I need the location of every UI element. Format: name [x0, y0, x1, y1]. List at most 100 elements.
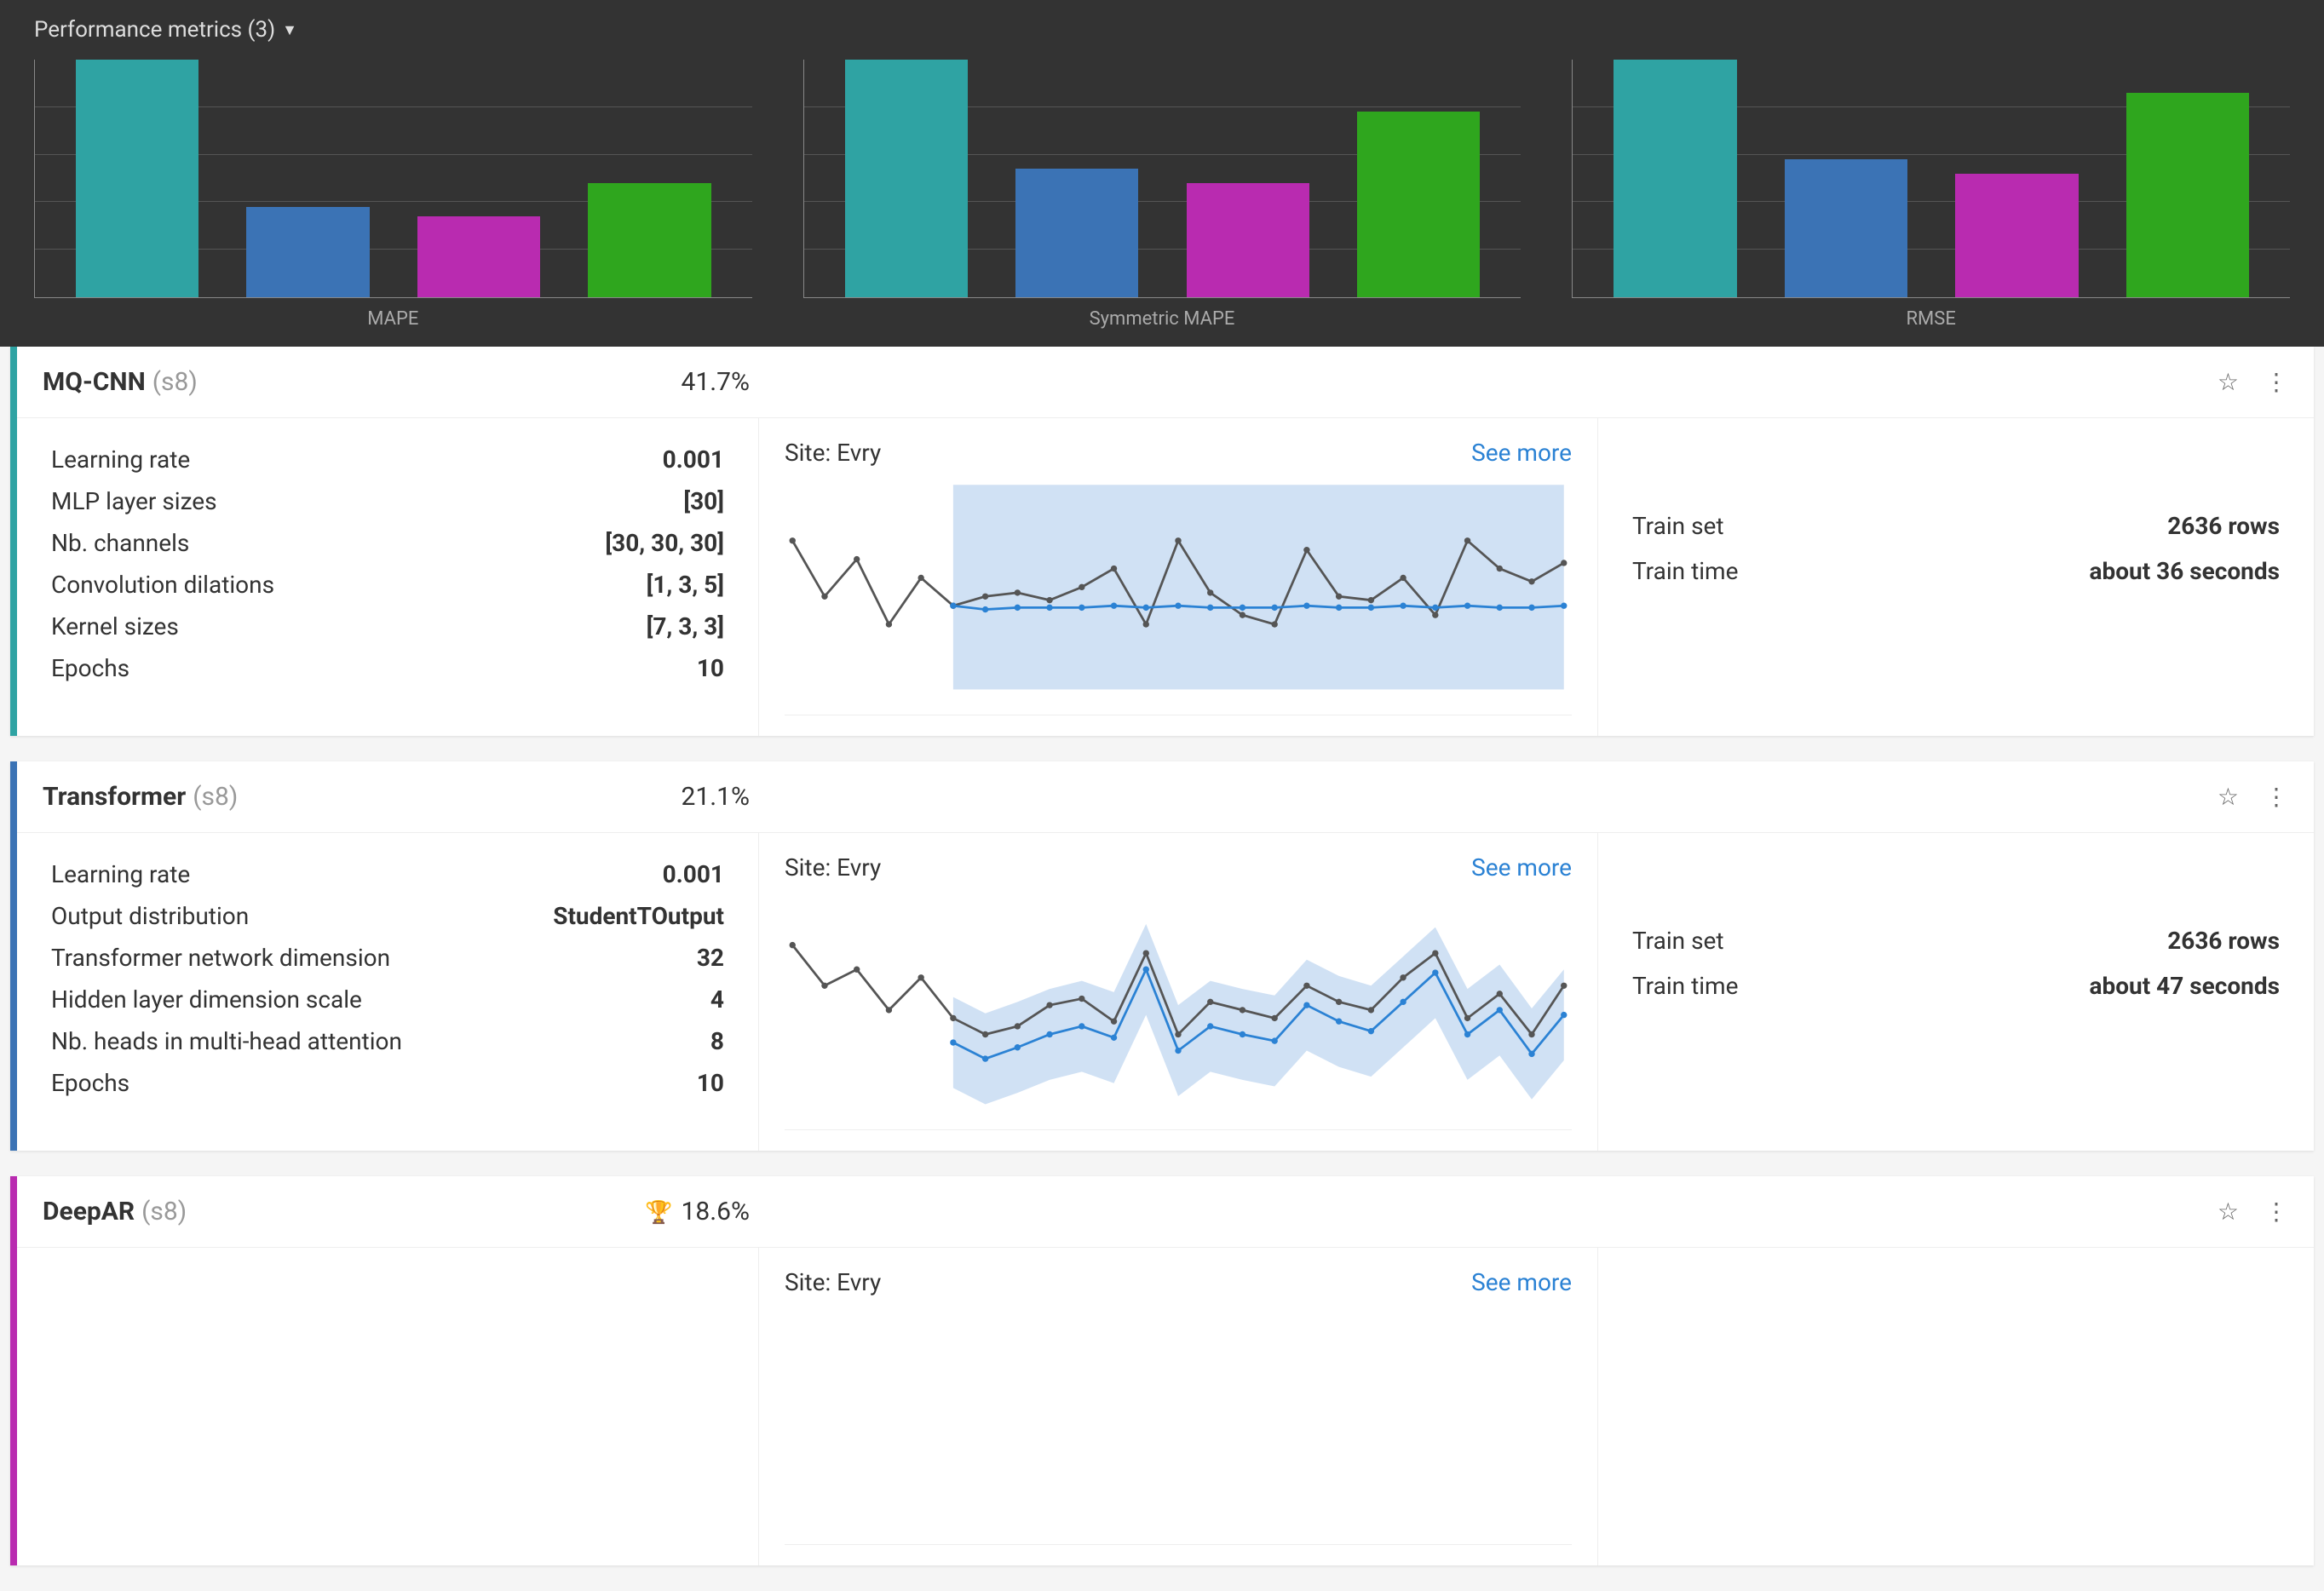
preview-column: Site: Evry See more [758, 833, 1598, 1151]
param-label: Hidden layer dimension scale [51, 985, 362, 1014]
card-header: MQ-CNN(s8)41.7%☆⋮ [17, 347, 2314, 418]
param-value: [7, 3, 3] [647, 612, 724, 640]
stats-column: Train set 2636 rows Train time about 47 sec… [1598, 833, 2314, 1151]
model-name: Transformer [43, 782, 186, 812]
bar-chart: RMSE [1572, 60, 2290, 330]
bars-area [1572, 60, 2290, 298]
model-score: 21.1% [682, 782, 750, 812]
star-icon[interactable]: ☆ [2218, 368, 2239, 396]
chart-title: Symmetric MAPE [1090, 308, 1235, 330]
param-row: MLP layer sizes[30] [51, 480, 724, 522]
line-chart-svg [785, 477, 1572, 698]
model-tag: (s8) [141, 1197, 187, 1226]
bar[interactable] [2126, 93, 2249, 297]
param-label: Learning rate [51, 445, 190, 474]
param-value: 4 [710, 985, 724, 1014]
param-label: Learning rate [51, 860, 190, 888]
model-score: 🏆18.6% [645, 1197, 750, 1226]
bar[interactable] [1187, 183, 1309, 297]
param-label: Kernel sizes [51, 612, 179, 640]
bar-chart: Symmetric MAPE [803, 60, 1522, 330]
bar[interactable] [417, 216, 540, 297]
param-label: Epochs [51, 1069, 129, 1097]
trophy-icon: 🏆 [645, 1200, 672, 1226]
params-column [17, 1248, 758, 1565]
stat-label: Train time [1632, 972, 1738, 1000]
stat-label: Train set [1632, 512, 1724, 540]
stat-value: about 36 seconds [2090, 557, 2280, 585]
model-tag: (s8) [152, 367, 198, 397]
model-card: MQ-CNN(s8)41.7%☆⋮Learning rate0.001MLP l… [10, 347, 2314, 736]
see-more-link[interactable]: See more [1471, 439, 1572, 467]
bar[interactable] [588, 183, 710, 297]
line-chart [785, 1307, 1572, 1545]
param-row: Epochs 10 [51, 1062, 724, 1104]
header-icons: ☆⋮ [2218, 368, 2288, 396]
line-chart [785, 892, 1572, 1130]
param-value: [30, 30, 30] [605, 529, 724, 557]
preview-header: Site: Evry See more [785, 853, 1572, 882]
param-row: Learning rate0.001 [51, 439, 724, 480]
star-icon[interactable]: ☆ [2218, 783, 2239, 811]
bar[interactable] [1015, 169, 1138, 297]
stats-column [1598, 1248, 2314, 1565]
param-value: 10 [697, 1069, 724, 1097]
site-label: Site: Evry [785, 1268, 881, 1296]
stat-value: about 47 seconds [2090, 972, 2280, 1000]
param-row: Convolution dilations[1, 3, 5] [51, 564, 724, 606]
stat-label: Train set [1632, 927, 1724, 955]
card-body: Site: Evry See more [17, 1248, 2314, 1565]
stat-row: Train time about 36 seconds [1632, 549, 2280, 594]
preview-header: Site: Evry See more [785, 439, 1572, 467]
header-icons: ☆⋮ [2218, 1198, 2288, 1226]
more-icon[interactable]: ⋮ [2264, 368, 2288, 396]
line-chart-svg [785, 892, 1572, 1112]
see-more-link[interactable]: See more [1471, 853, 1572, 882]
param-value: StudentTOutput [553, 902, 724, 930]
header-icons: ☆⋮ [2218, 783, 2288, 811]
bars-area [803, 60, 1522, 298]
param-value: 32 [697, 944, 724, 972]
preview-column: Site: Evry See more [758, 418, 1598, 736]
bar[interactable] [1357, 112, 1480, 297]
param-row: Nb. channels [30, 30, 30] [51, 522, 724, 564]
param-value: [1, 3, 5] [647, 571, 724, 599]
model-card: Transformer(s8)21.1%☆⋮Learning rate0.001… [10, 761, 2314, 1151]
stat-row: Train set2636 rows [1632, 503, 2280, 549]
preview-column: Site: Evry See more [758, 1248, 1598, 1565]
chart-title: RMSE [1907, 308, 1956, 330]
star-icon[interactable]: ☆ [2218, 1198, 2239, 1226]
line-chart [785, 477, 1572, 715]
param-label: Nb. channels [51, 529, 189, 557]
param-label: MLP layer sizes [51, 487, 217, 515]
model-card: DeepAR(s8)🏆18.6%☆⋮Site: EvrySee more [10, 1176, 2314, 1565]
card-header: DeepAR(s8)🏆18.6%☆⋮ [17, 1176, 2314, 1248]
model-tag: (s8) [193, 782, 238, 812]
card-header: Transformer(s8)21.1%☆⋮ [17, 761, 2314, 833]
param-value: 10 [697, 654, 724, 682]
param-label: Transformer network dimension [51, 944, 390, 972]
stat-label: Train time [1632, 557, 1738, 585]
bar[interactable] [1955, 174, 2078, 297]
param-row: Kernel sizes [7, 3, 3] [51, 606, 724, 647]
see-more-link[interactable]: See more [1471, 1268, 1572, 1296]
metrics-dropdown[interactable]: Performance metrics (3) ▼ [34, 17, 297, 43]
more-icon[interactable]: ⋮ [2264, 1198, 2288, 1226]
bar[interactable] [845, 60, 968, 297]
bar[interactable] [1785, 159, 1907, 297]
site-label: Site: Evry [785, 853, 881, 882]
stat-value: 2636 rows [2167, 927, 2280, 955]
param-row: Epochs10 [51, 647, 724, 689]
param-label: Nb. heads in multi-head attention [51, 1027, 402, 1055]
card-body: Learning rate0.001MLP layer sizes[30]Nb.… [17, 418, 2314, 736]
bar[interactable] [76, 60, 198, 297]
site-label: Site: Evry [785, 439, 881, 467]
param-row: Learning rate0.001 [51, 853, 724, 895]
charts-row: MAPESymmetric MAPERMSE [34, 60, 2290, 330]
more-icon[interactable]: ⋮ [2264, 783, 2288, 811]
param-row: Nb. heads in multi-head attention8 [51, 1020, 724, 1062]
bars-area [34, 60, 752, 298]
bar[interactable] [246, 207, 369, 297]
bar[interactable] [1614, 60, 1736, 297]
stat-row: Train time about 47 seconds [1632, 963, 2280, 1008]
